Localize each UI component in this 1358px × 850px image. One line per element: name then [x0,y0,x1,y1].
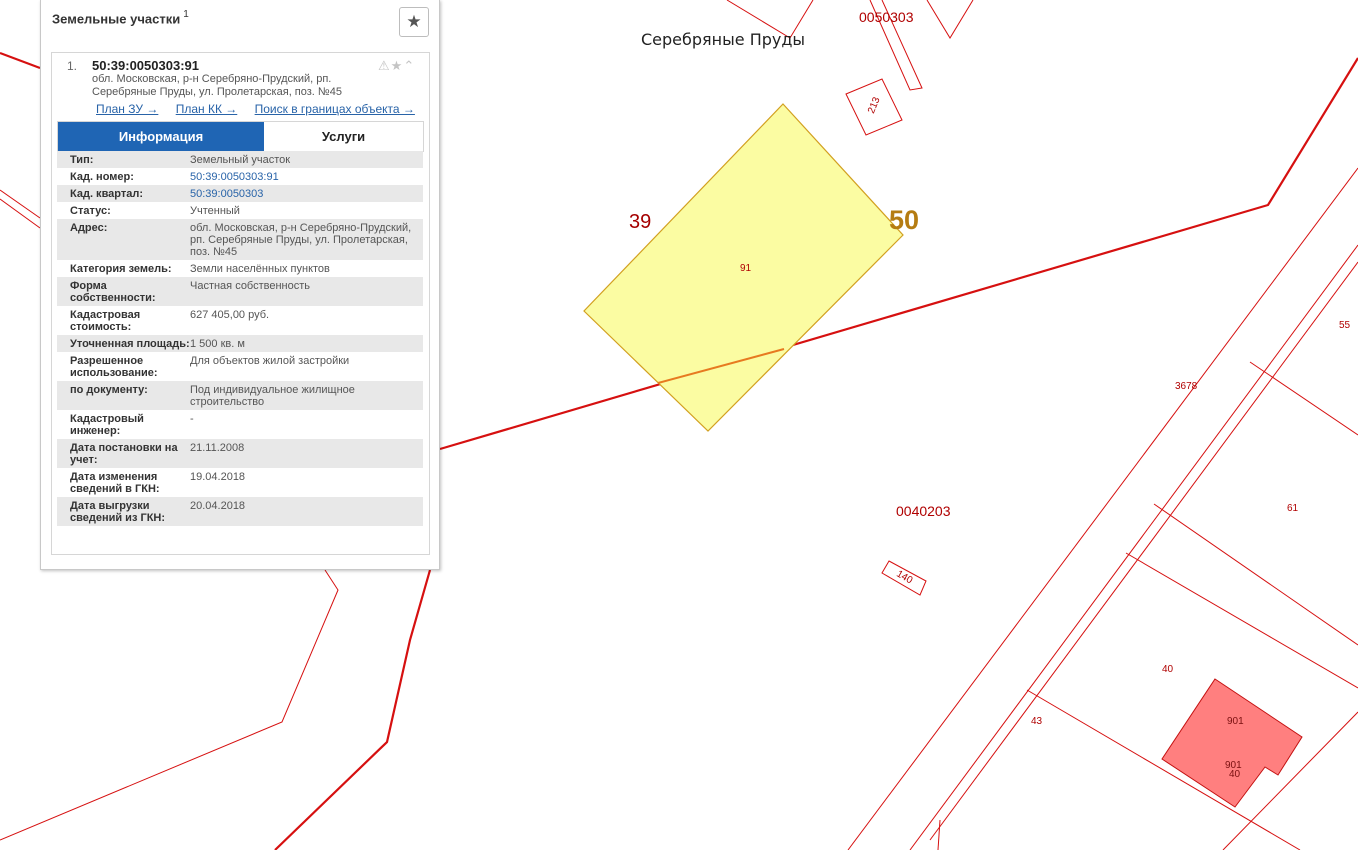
row-value: Под индивидуальное жилищное строительств… [190,384,355,408]
star-icon[interactable]: ★ [391,58,404,73]
item-index: 1. [67,59,78,73]
info-table: Тип: Земельный участок Кад. номер: 50:39:00… [57,151,423,526]
row-value: 627 405,00 руб. [190,309,270,321]
district-label-39: 39 [629,211,652,233]
row-key: Дата постановки на учет: [70,442,178,466]
table-row: Тип: Земельный участок [57,151,423,168]
panel-title: Земельные участки 1 [52,9,189,27]
table-row: Уточненная площадь: 1 500 кв. м [57,335,423,352]
row-value[interactable]: 50:39:0050303:91 [190,168,423,185]
parcel-label-40: 40 [1162,664,1174,675]
plan-kk-link[interactable]: План КК → [176,102,238,116]
row-key: Тип: [70,154,94,166]
row-key: Кад. номер: [70,171,134,183]
row-value: 20.04.2018 [190,500,246,512]
row-key: по документу: [70,384,148,396]
table-row: Кадастровый инженер: - [57,410,423,439]
row-key: Форма собственности: [70,280,156,304]
table-row: Разрешенное использование: Для объектов ж… [57,352,423,381]
table-row: Дата выгрузки сведений из ГКН: 20.04.2018 [57,497,423,526]
plan-zu-link[interactable]: План ЗУ → [96,102,158,116]
row-key: Кадастровый инженер: [70,413,144,437]
row-value: Частная собственность [190,280,311,292]
building-901[interactable] [1161,678,1303,808]
item-address: обл. Московская, р-н Серебряно-Прудский,… [92,73,342,98]
table-row: Форма собственности: Частная собственност… [57,277,423,306]
parcel-card: 1. 50:39:0050303:91 обл. Московская, р-н… [51,52,430,555]
parcel-label-55: 55 [1339,320,1351,331]
row-value[interactable]: 50:39:0050303 [190,185,423,202]
result-count: 1 [183,9,189,20]
table-row: Категория земель: Земли населённых пункто… [57,260,423,277]
row-value: Земли населённых пунктов [190,263,330,275]
chevron-up-icon[interactable]: ⌃ [403,58,415,73]
parcel-label-3678: 3678 [1175,381,1198,392]
row-value: Земельный участок [190,154,291,166]
district-label-50: 50 [889,205,920,235]
tab-information[interactable]: Информация [58,122,264,151]
search-in-bounds-link[interactable]: Поиск в границах объекта → [255,102,415,116]
table-row: по документу: Под индивидуальное жилищное… [57,381,423,410]
card-tabs: Информация Услуги [57,121,424,152]
row-value: обл. Московская, р-н Серебряно-Прудский,… [190,222,412,258]
parcel-label-91: 91 [740,263,752,274]
row-key: Разрешенное использование: [70,355,158,379]
table-row: Дата изменения сведений в ГКН: 19.04.2018 [57,468,423,497]
row-value: 1 500 кв. м [190,338,245,350]
table-row: Статус: Учтенный [57,202,423,219]
table-row: Адрес: обл. Московская, р-н Серебряно-Пру… [57,219,423,260]
item-cad-number[interactable]: 50:39:0050303:91 [92,58,199,73]
row-key: Статус: [70,205,111,217]
parcel-label-43: 43 [1031,716,1043,727]
table-row: Дата постановки на учет: 21.11.2008 [57,439,423,468]
parcel-label-61: 61 [1287,503,1299,514]
row-key: Кадастровая стоимость: [70,309,141,333]
quarter-label-top: 0050303 [859,9,914,25]
row-key: Адрес: [70,222,108,234]
city-label: Серебряные Пруды [641,30,806,49]
row-value: - [190,413,194,425]
panel-header: Земельные участки 1 ★ [41,0,439,42]
district-boundary-left [0,51,41,70]
building-label-901a: 901 [1227,716,1244,727]
tab-services[interactable]: Услуги [264,122,423,151]
row-value: 21.11.2008 [190,442,245,454]
row-value: Учтенный [190,205,240,217]
item-actions: ⚠★⌃ [378,58,415,74]
district-boundary-main [439,57,1358,451]
favorites-button[interactable]: ★ [399,7,429,37]
table-row: Кадастровая стоимость: 627 405,00 руб. [57,306,423,335]
district-boundary-lower [274,569,432,850]
land-parcels-panel: Земельные участки 1 ★ 1. 50:39:0050303:91… [40,0,440,570]
row-key: Дата выгрузки сведений из ГКН: [70,500,166,524]
row-key: Уточненная площадь: [70,338,190,350]
table-row: Кад. номер: 50:39:0050303:91 [57,168,423,185]
quarter-label-bottom: 0040203 [896,503,951,519]
row-value: Для объектов жилой застройки [190,355,350,367]
table-row: Кад. квартал: 50:39:0050303 [57,185,423,202]
row-value: 19.04.2018 [190,471,246,483]
item-links: План ЗУ → План КК → Поиск в границах объ… [96,102,429,116]
building-label-40: 40 [1229,769,1241,780]
warning-icon[interactable]: ⚠ [378,58,391,73]
row-key: Кад. квартал: [70,188,144,200]
row-key: Категория земель: [70,263,172,275]
row-key: Дата изменения сведений в ГКН: [70,471,160,495]
star-icon: ★ [406,12,422,31]
